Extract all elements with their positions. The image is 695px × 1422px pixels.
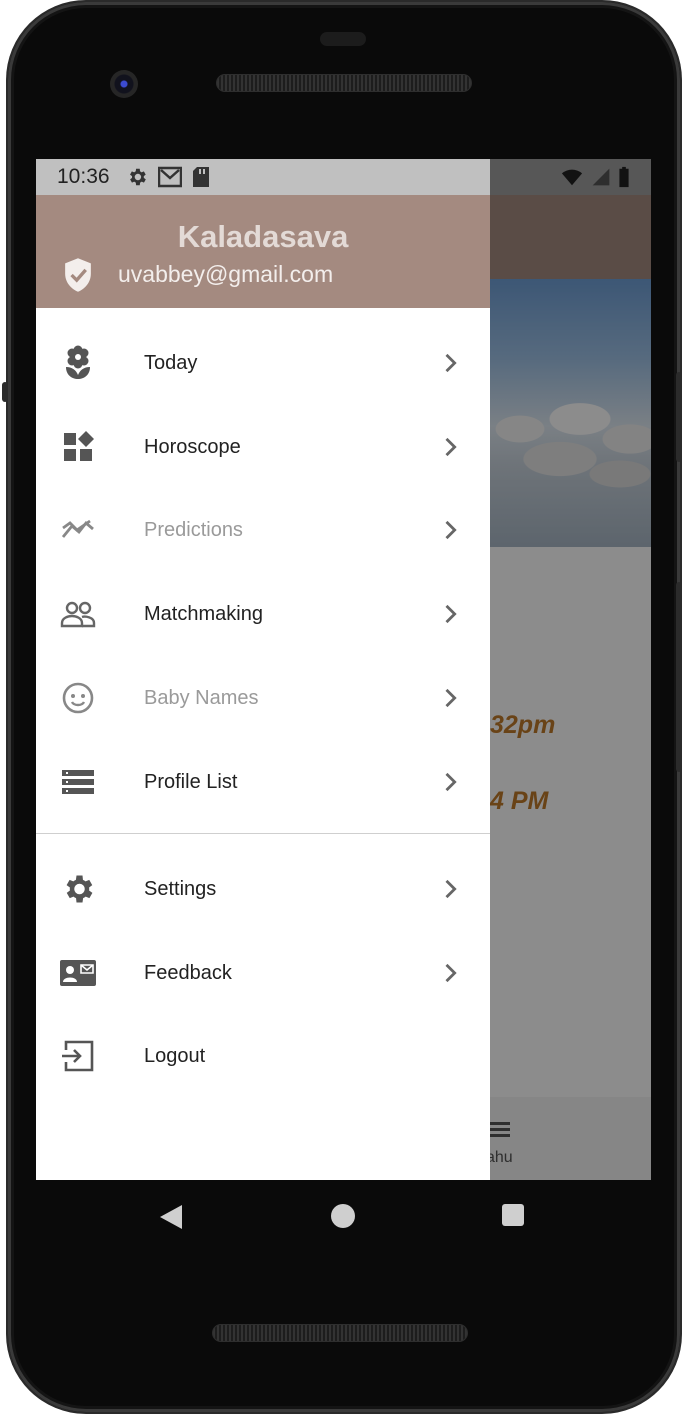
menu-item-profile-list[interactable]: Profile List — [36, 742, 490, 822]
menu-item-matchmaking[interactable]: Matchmaking — [36, 574, 490, 654]
power-button — [676, 582, 682, 772]
gear-icon — [66, 875, 93, 903]
menu-item-label: Baby Names — [144, 686, 259, 709]
sd-card-icon — [192, 167, 209, 187]
menu-item-baby-names[interactable]: Baby Names — [36, 658, 490, 738]
menu-item-label: Logout — [144, 1044, 206, 1067]
side-button — [2, 382, 8, 402]
menu-item-label: Today — [144, 351, 198, 374]
menu-item-label: Settings — [144, 877, 217, 900]
screen: 32pm 4 PM ahu 10:36 Kaladasava uvabbey@g… — [36, 159, 651, 1180]
trending-icon — [61, 519, 94, 538]
home-button[interactable] — [331, 1204, 355, 1228]
flower-icon — [66, 345, 90, 379]
user-email: uvabbey@gmail.com — [118, 261, 334, 287]
chevron-right-icon — [445, 772, 457, 792]
chevron-right-icon — [445, 437, 457, 457]
list-icon — [62, 770, 94, 794]
menu-item-settings[interactable]: Settings — [36, 849, 490, 929]
front-camera — [110, 70, 138, 98]
chevron-right-icon — [445, 688, 457, 708]
settings-status-icon — [129, 168, 146, 186]
people-icon — [60, 601, 96, 628]
gmail-status-icon — [157, 166, 182, 188]
menu-item-feedback[interactable]: Feedback — [36, 933, 490, 1013]
user-name: Kaladasava — [177, 219, 349, 254]
sensor-slot — [320, 32, 366, 46]
back-button[interactable] — [158, 1203, 184, 1231]
status-time: 10:36 — [57, 165, 110, 188]
menu-item-label: Matchmaking — [144, 602, 263, 625]
menu-item-logout[interactable]: Logout — [36, 1016, 490, 1096]
status-bar: 10:36 — [36, 159, 490, 195]
widgets-icon — [64, 431, 94, 461]
bottom-speaker — [212, 1324, 468, 1342]
volume-button — [676, 372, 682, 462]
chevron-right-icon — [445, 520, 457, 540]
chevron-right-icon — [445, 353, 457, 373]
drawer-header: Kaladasava uvabbey@gmail.com — [36, 195, 490, 308]
menu-item-label: Profile List — [144, 770, 238, 793]
recent-apps-button[interactable] — [502, 1204, 524, 1226]
verified-shield-icon — [65, 258, 91, 292]
menu-item-label: Horoscope — [144, 435, 241, 458]
logout-icon — [62, 1040, 94, 1072]
contact-mail-icon — [60, 960, 96, 986]
earpiece-speaker — [216, 74, 472, 92]
chevron-right-icon — [445, 879, 457, 899]
menu-item-today[interactable]: Today — [36, 323, 490, 403]
menu-item-horoscope[interactable]: Horoscope — [36, 407, 490, 487]
navigation-drawer: 10:36 Kaladasava uvabbey@gmail.com Today… — [36, 159, 490, 1180]
chevron-right-icon — [445, 963, 457, 983]
divider — [36, 833, 490, 834]
menu-item-predictions[interactable]: Predictions — [36, 490, 490, 570]
chevron-right-icon — [445, 604, 457, 624]
menu-item-label: Predictions — [144, 518, 243, 541]
face-icon — [62, 682, 94, 714]
menu-item-label: Feedback — [144, 961, 232, 984]
